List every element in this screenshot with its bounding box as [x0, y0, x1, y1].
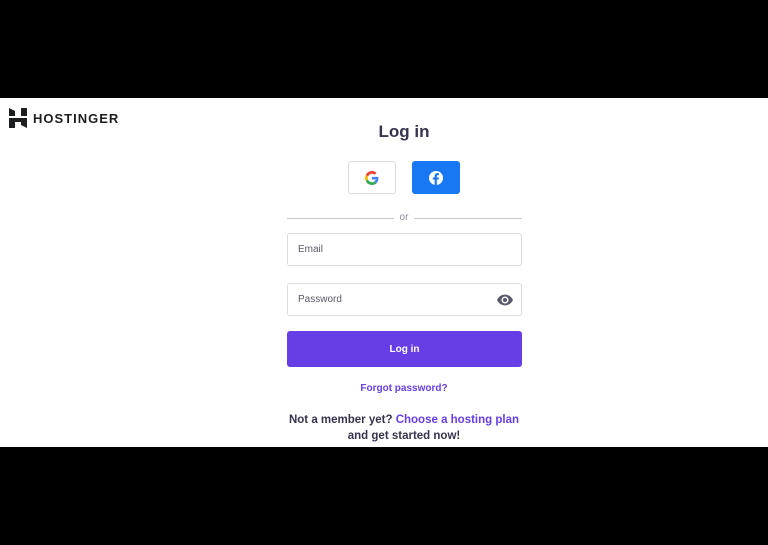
login-page: HOSTINGER Log in or Log in Forgot passwo… [0, 98, 768, 447]
divider-left [287, 218, 394, 219]
page-title: Log in [378, 122, 430, 141]
divider-text: or [399, 212, 409, 223]
forgot-password-link[interactable]: Forgot password? [0, 383, 768, 394]
facebook-login-button[interactable] [412, 161, 460, 194]
google-login-button[interactable] [348, 161, 396, 194]
password-input[interactable] [288, 284, 488, 315]
google-icon [365, 170, 379, 185]
choose-hosting-plan-link[interactable]: Choose a hosting plan [396, 414, 519, 426]
signup-prompt: Not a member yet? Choose a hosting plan … [0, 412, 768, 444]
email-field [287, 233, 522, 266]
password-field [287, 283, 522, 316]
facebook-icon [429, 170, 443, 185]
signup-prompt-text: Not a member yet? [288, 414, 393, 426]
email-input[interactable] [288, 234, 488, 265]
signup-suffix-text: and get started now! [347, 430, 461, 442]
login-button[interactable]: Log in [287, 331, 522, 367]
divider-right [414, 218, 522, 219]
show-password-icon[interactable] [497, 293, 513, 311]
